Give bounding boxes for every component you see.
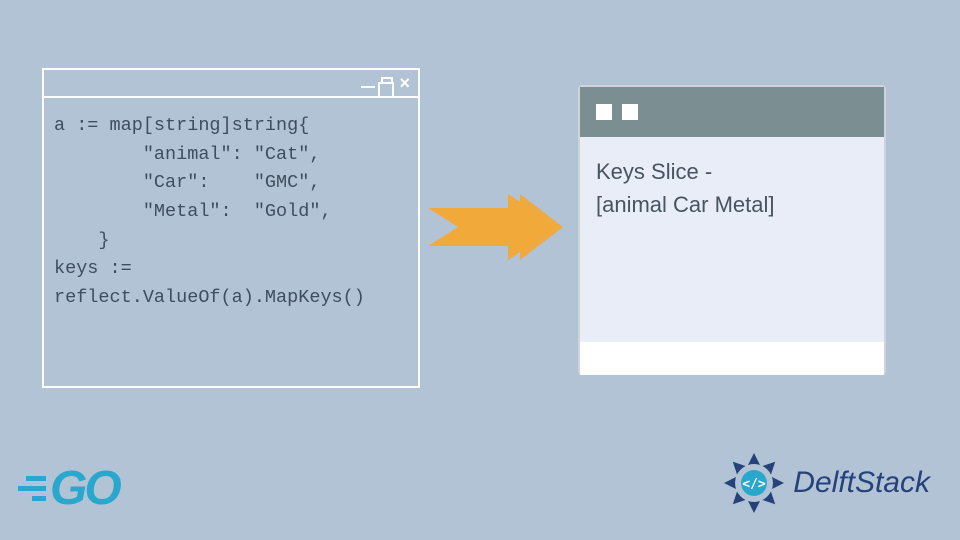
go-speed-lines-icon: [18, 476, 46, 501]
output-footer: [580, 342, 884, 375]
code-body: a := map[string]string{ "animal": "Cat",…: [44, 98, 418, 327]
code-window: × a := map[string]string{ "animal": "Cat…: [42, 68, 420, 388]
delftstack-badge-icon: </>: [719, 448, 789, 518]
code-line: keys :=: [54, 258, 132, 279]
maximize-icon: [381, 77, 393, 89]
window-dot-icon: [622, 104, 638, 120]
close-icon: ×: [399, 76, 410, 90]
output-line: Keys Slice -: [596, 155, 868, 188]
svg-text:</>: </>: [743, 477, 767, 492]
arrow-icon: [428, 190, 563, 265]
delftstack-logo: </> DelftStack: [719, 448, 930, 518]
output-line: [animal Car Metal]: [596, 188, 868, 221]
minimize-icon: [361, 86, 375, 88]
code-line: "animal": "Cat",: [54, 144, 320, 165]
delftstack-logo-text: DelftStack: [793, 466, 930, 500]
code-window-titlebar: ×: [44, 70, 418, 98]
code-line: "Metal": "Gold",: [54, 201, 332, 222]
code-line: }: [54, 230, 110, 251]
go-logo: GO: [18, 461, 119, 516]
code-line: a := map[string]string{: [54, 115, 309, 136]
go-logo-text: GO: [50, 461, 119, 516]
output-body: Keys Slice - [animal Car Metal]: [580, 137, 884, 342]
output-titlebar: [580, 87, 884, 137]
code-line: "Car": "GMC",: [54, 172, 320, 193]
window-dot-icon: [596, 104, 612, 120]
code-line: reflect.ValueOf(a).MapKeys(): [54, 287, 365, 308]
output-window: Keys Slice - [animal Car Metal]: [578, 85, 886, 375]
